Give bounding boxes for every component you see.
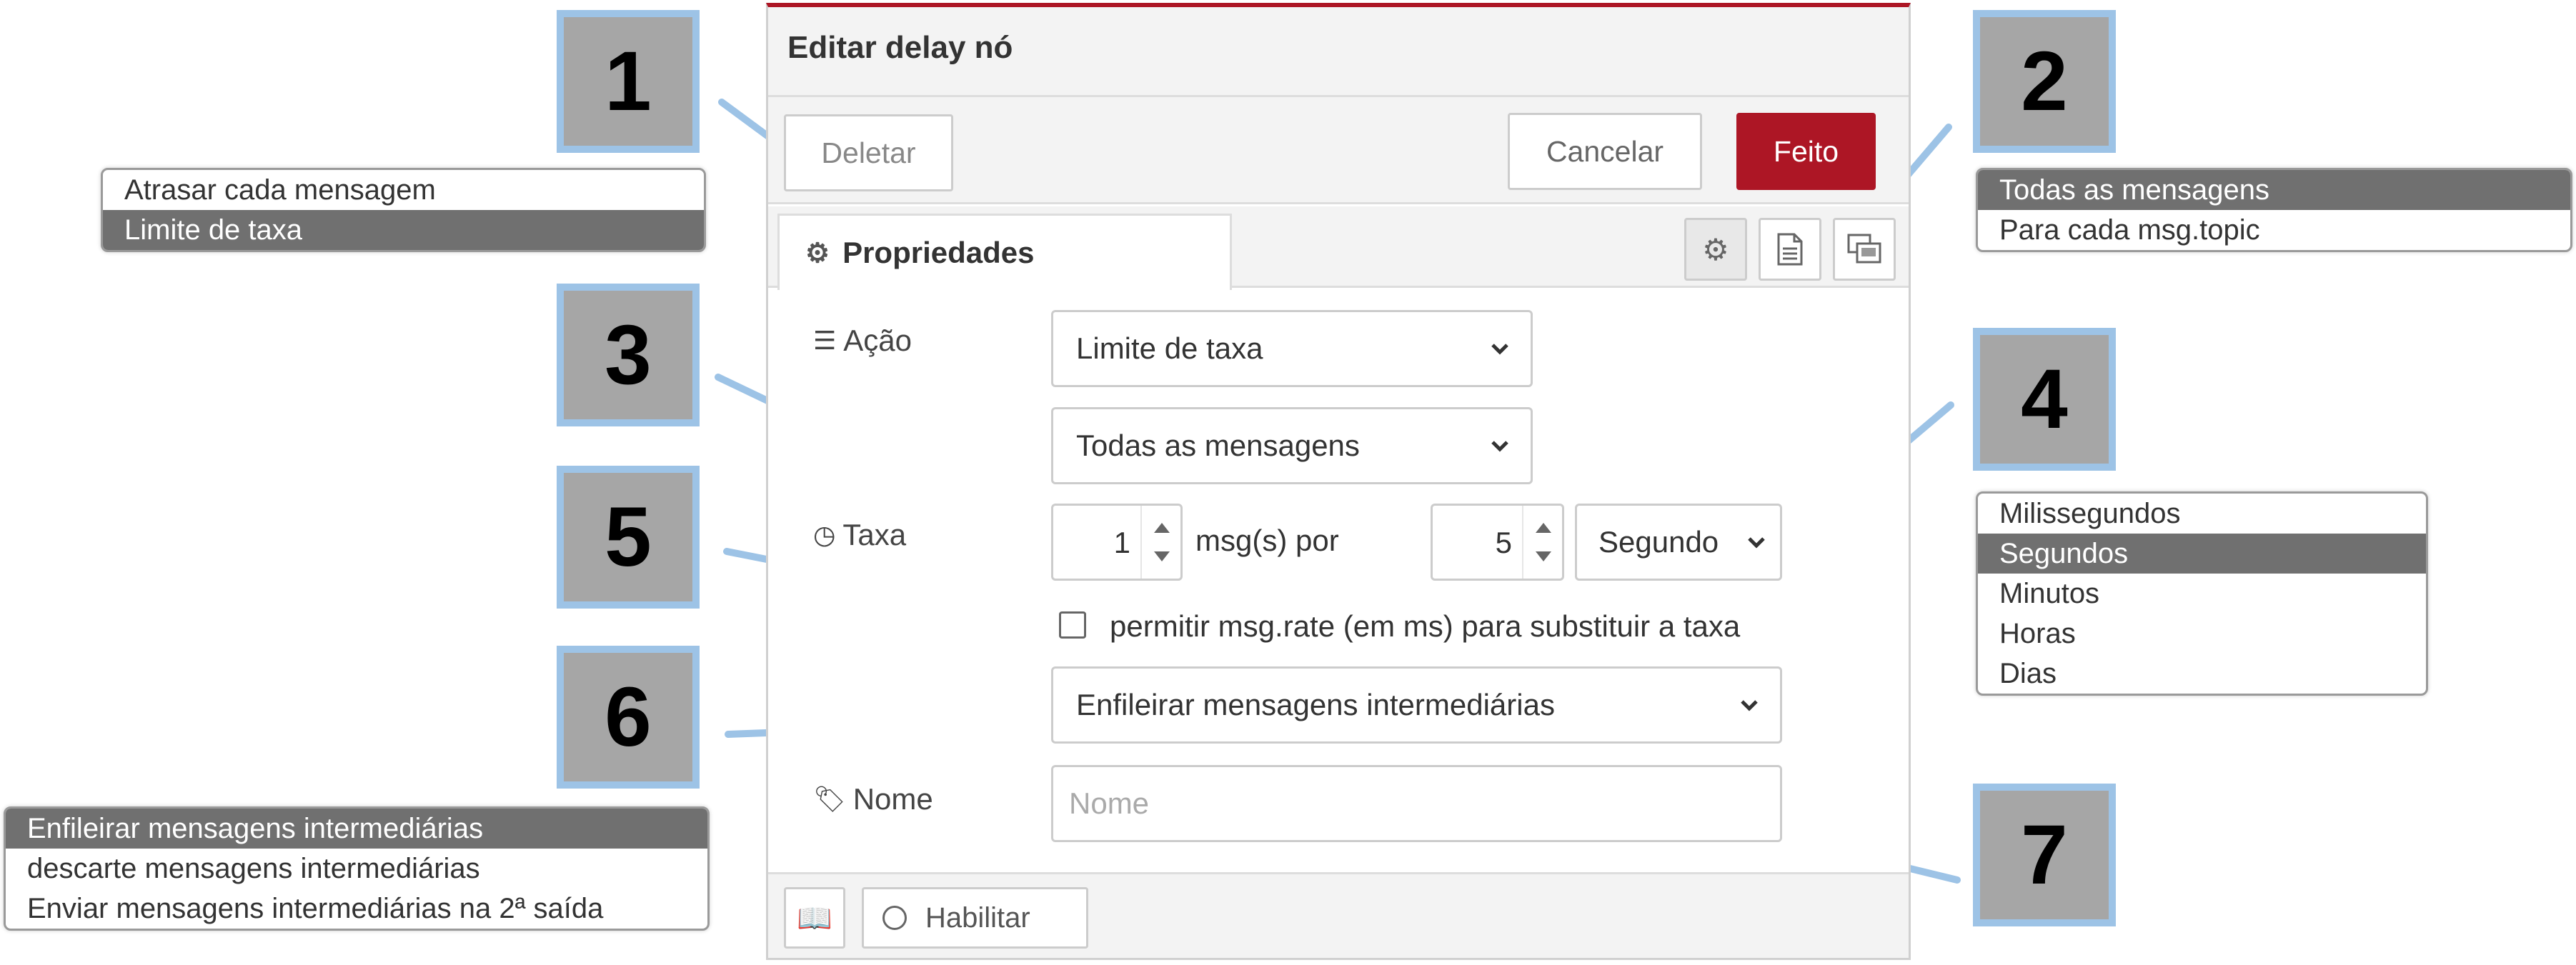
rate-count-spinner[interactable]: 1: [1051, 504, 1183, 581]
drop-options-list: Enfileirar mensagens intermediárias desc…: [4, 806, 710, 931]
action-select[interactable]: Limite de taxa: [1051, 310, 1533, 387]
spinner-down-icon[interactable]: [1536, 551, 1551, 561]
list-icon: ☰: [813, 326, 837, 355]
option-item-selected[interactable]: Segundos: [1978, 534, 2426, 574]
chevron-down-icon: [1491, 441, 1508, 452]
tag-icon: 🏷: [813, 784, 846, 814]
enable-toggle[interactable]: Habilitar: [862, 887, 1088, 949]
help-button[interactable]: 📖: [784, 887, 845, 949]
rate-count-value: 1: [1113, 526, 1130, 559]
rate-interval-value: 5: [1495, 526, 1512, 559]
dialog-footer: 📖 Habilitar: [768, 872, 1909, 958]
option-item[interactable]: Horas: [1978, 614, 2426, 654]
scope-select[interactable]: Todas as mensagens: [1051, 407, 1533, 484]
callout-5: 5: [557, 466, 700, 609]
rate-label: Taxa: [842, 518, 907, 551]
per-text: msg(s) por: [1195, 524, 1339, 557]
spinner-up-icon[interactable]: [1536, 523, 1551, 533]
name-input[interactable]: [1051, 765, 1782, 842]
gear-icon: ⚙: [805, 238, 830, 269]
gear-icon: ⚙: [1702, 232, 1729, 266]
chevron-down-icon: [1741, 700, 1758, 711]
appearance-tab-icon[interactable]: [1833, 218, 1896, 281]
option-item[interactable]: Minutos: [1978, 574, 2426, 614]
option-item[interactable]: descarte mensagens intermediárias: [6, 849, 707, 889]
tab-properties[interactable]: ⚙ Propriedades: [777, 214, 1232, 290]
action-label: Ação: [843, 324, 912, 357]
rate-count-arrows[interactable]: [1140, 506, 1180, 579]
callout-2: 2: [1973, 10, 2116, 153]
window-icon: [1847, 234, 1881, 264]
rate-interval-spinner[interactable]: 5: [1431, 504, 1564, 581]
clock-icon: ◷: [813, 520, 836, 549]
callout-3: 3: [557, 284, 700, 426]
rate-unit-select[interactable]: Segundo: [1575, 504, 1782, 581]
name-label-row: 🏷 Nome: [813, 782, 933, 816]
option-item[interactable]: Atrasar cada mensagem: [103, 170, 704, 210]
delete-button[interactable]: Deletar: [784, 114, 953, 191]
spinner-up-icon[interactable]: [1154, 523, 1170, 533]
option-item-selected[interactable]: Limite de taxa: [103, 210, 704, 250]
name-label: Nome: [852, 782, 933, 816]
option-item-selected[interactable]: Enfileirar mensagens intermediárias: [6, 809, 707, 849]
drop-select-value: Enfileirar mensagens intermediárias: [1076, 688, 1555, 721]
rate-interval-arrows[interactable]: [1522, 506, 1562, 579]
rate-label-row: ◷ Taxa: [813, 518, 906, 552]
edit-delay-dialog: Editar delay nó Deletar Cancelar Feito ⚙…: [766, 3, 1911, 960]
chevron-down-icon: [1491, 344, 1508, 355]
document-icon: [1777, 233, 1803, 266]
callout-4: 4: [1973, 328, 2116, 471]
tab-properties-label: Propriedades: [842, 236, 1035, 269]
dialog-toolbar: Deletar Cancelar Feito: [768, 97, 1909, 204]
drop-select[interactable]: Enfileirar mensagens intermediárias: [1051, 666, 1782, 744]
units-options-list: Milissegundos Segundos Minutos Horas Dia…: [1976, 491, 2428, 696]
action-select-value: Limite de taxa: [1076, 331, 1263, 365]
callout-6: 6: [557, 646, 700, 789]
settings-tab-icon[interactable]: ⚙: [1684, 218, 1747, 281]
book-icon: 📖: [797, 902, 832, 934]
scope-select-value: Todas as mensagens: [1076, 429, 1360, 462]
option-item[interactable]: Dias: [1978, 654, 2426, 694]
dialog-header: Editar delay nó: [768, 7, 1909, 97]
dialog-title: Editar delay nó: [787, 30, 1013, 65]
done-button[interactable]: Feito: [1736, 113, 1876, 190]
spinner-down-icon[interactable]: [1154, 551, 1170, 561]
scope-options-list: Todas as mensagens Para cada msg.topic: [1976, 168, 2572, 252]
option-item[interactable]: Enviar mensagens intermediárias na 2ª sa…: [6, 889, 707, 929]
radio-circle-icon: [882, 906, 907, 930]
action-label-row: ☰ Ação: [813, 324, 912, 358]
tab-bar: ⚙ Propriedades ⚙: [768, 206, 1909, 290]
callout-1: 1: [557, 10, 700, 153]
action-options-list: Atrasar cada mensagem Limite de taxa: [101, 168, 706, 252]
rate-unit-value: Segundo: [1598, 525, 1719, 559]
chevron-down-icon: [1748, 537, 1765, 549]
cancel-button[interactable]: Cancelar: [1508, 113, 1702, 190]
description-tab-icon[interactable]: [1759, 218, 1821, 281]
enable-label: Habilitar: [925, 901, 1030, 934]
option-item-selected[interactable]: Todas as mensagens: [1978, 170, 2570, 210]
option-item[interactable]: Para cada msg.topic: [1978, 210, 2570, 250]
override-rate-checkbox[interactable]: [1059, 611, 1086, 639]
override-rate-label: permitir msg.rate (em ms) para substitui…: [1110, 609, 1741, 643]
option-item[interactable]: Milissegundos: [1978, 494, 2426, 534]
callout-7: 7: [1973, 784, 2116, 926]
